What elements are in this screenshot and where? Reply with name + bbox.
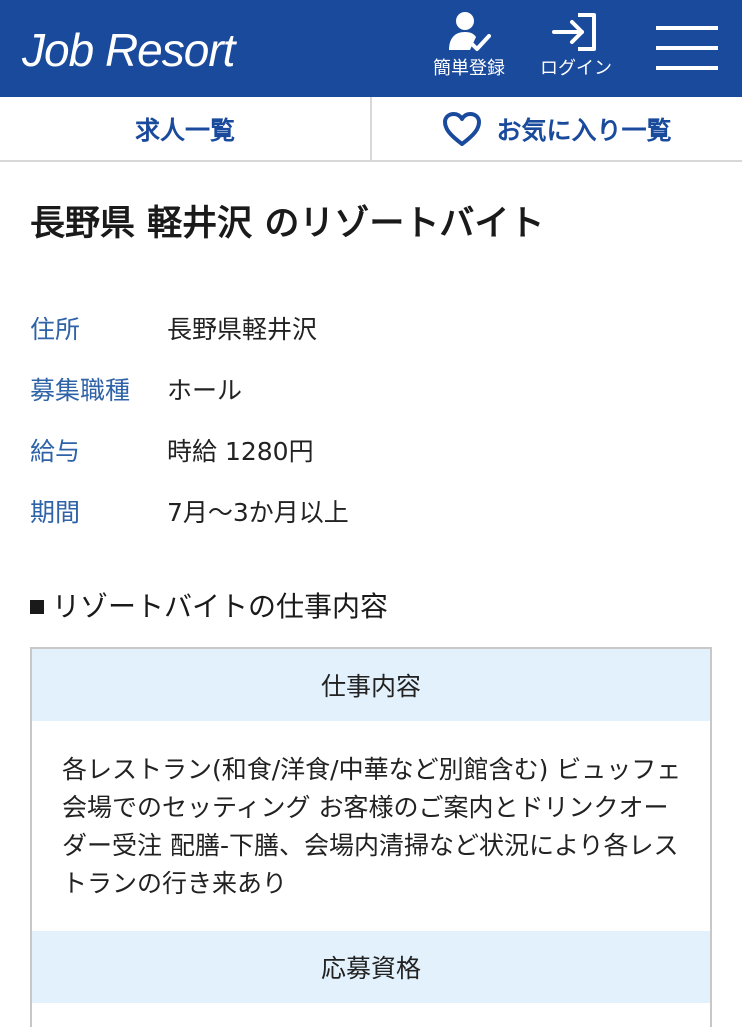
- register-button[interactable]: 簡単登録: [421, 10, 517, 90]
- register-label: 簡単登録: [433, 58, 505, 79]
- login-button[interactable]: ログイン: [528, 10, 624, 90]
- info-row-period: 期間 7月〜3か月以上: [30, 480, 720, 541]
- tab-job-list-label: 求人一覧: [134, 115, 235, 145]
- info-row-salary: 給与 時給 1280円: [30, 419, 720, 480]
- site-header: Job Resort 簡単登録 ログイン: [0, 0, 742, 97]
- info-key: 募集職種: [30, 375, 131, 405]
- info-row-position: 募集職種 ホール: [30, 358, 720, 419]
- info-value: 時給 1280円: [167, 436, 314, 466]
- table-header-requirements: 応募資格: [32, 931, 710, 1003]
- info-value: 長野県軽井沢: [167, 314, 318, 344]
- info-value: 7月〜3か月以上: [167, 497, 349, 527]
- job-details-table: 仕事内容 各レストラン(和食/洋食/中華など別館含む) ビュッフェ会場でのセッテ…: [30, 647, 712, 1027]
- heart-icon: [443, 111, 482, 146]
- tab-favorites[interactable]: お気に入り一覧: [370, 97, 742, 160]
- page-title: 長野県 軽井沢 のリゾートバイト: [30, 204, 545, 244]
- job-info-list: 住所 長野県軽井沢 募集職種 ホール 給与 時給 1280円 期間 7月〜3か月…: [30, 297, 720, 541]
- info-value: ホール: [167, 375, 243, 405]
- info-row-address: 住所 長野県軽井沢: [30, 297, 720, 358]
- login-label: ログイン: [540, 58, 612, 79]
- nav-tabs: 求人一覧 お気に入り一覧: [0, 97, 742, 162]
- info-key: 期間: [30, 497, 81, 527]
- tab-job-list[interactable]: 求人一覧: [0, 97, 370, 160]
- tab-favorites-label: お気に入り一覧: [496, 115, 672, 145]
- site-logo[interactable]: Job Resort: [22, 22, 235, 78]
- square-bullet-icon: [30, 600, 44, 614]
- hamburger-menu-icon[interactable]: [656, 22, 722, 76]
- info-key: 住所: [30, 314, 81, 344]
- table-header-job-content: 仕事内容: [32, 649, 710, 721]
- login-arrow-icon: [552, 13, 596, 51]
- user-check-icon: [449, 12, 491, 51]
- section-heading-text: リゾートバイトの仕事内容: [52, 590, 389, 623]
- info-key: 給与: [30, 436, 81, 466]
- table-cell-job-content: 各レストラン(和食/洋食/中華など別館含む) ビュッフェ会場でのセッティング お…: [62, 755, 682, 898]
- section-heading: リゾートバイトの仕事内容: [30, 585, 388, 625]
